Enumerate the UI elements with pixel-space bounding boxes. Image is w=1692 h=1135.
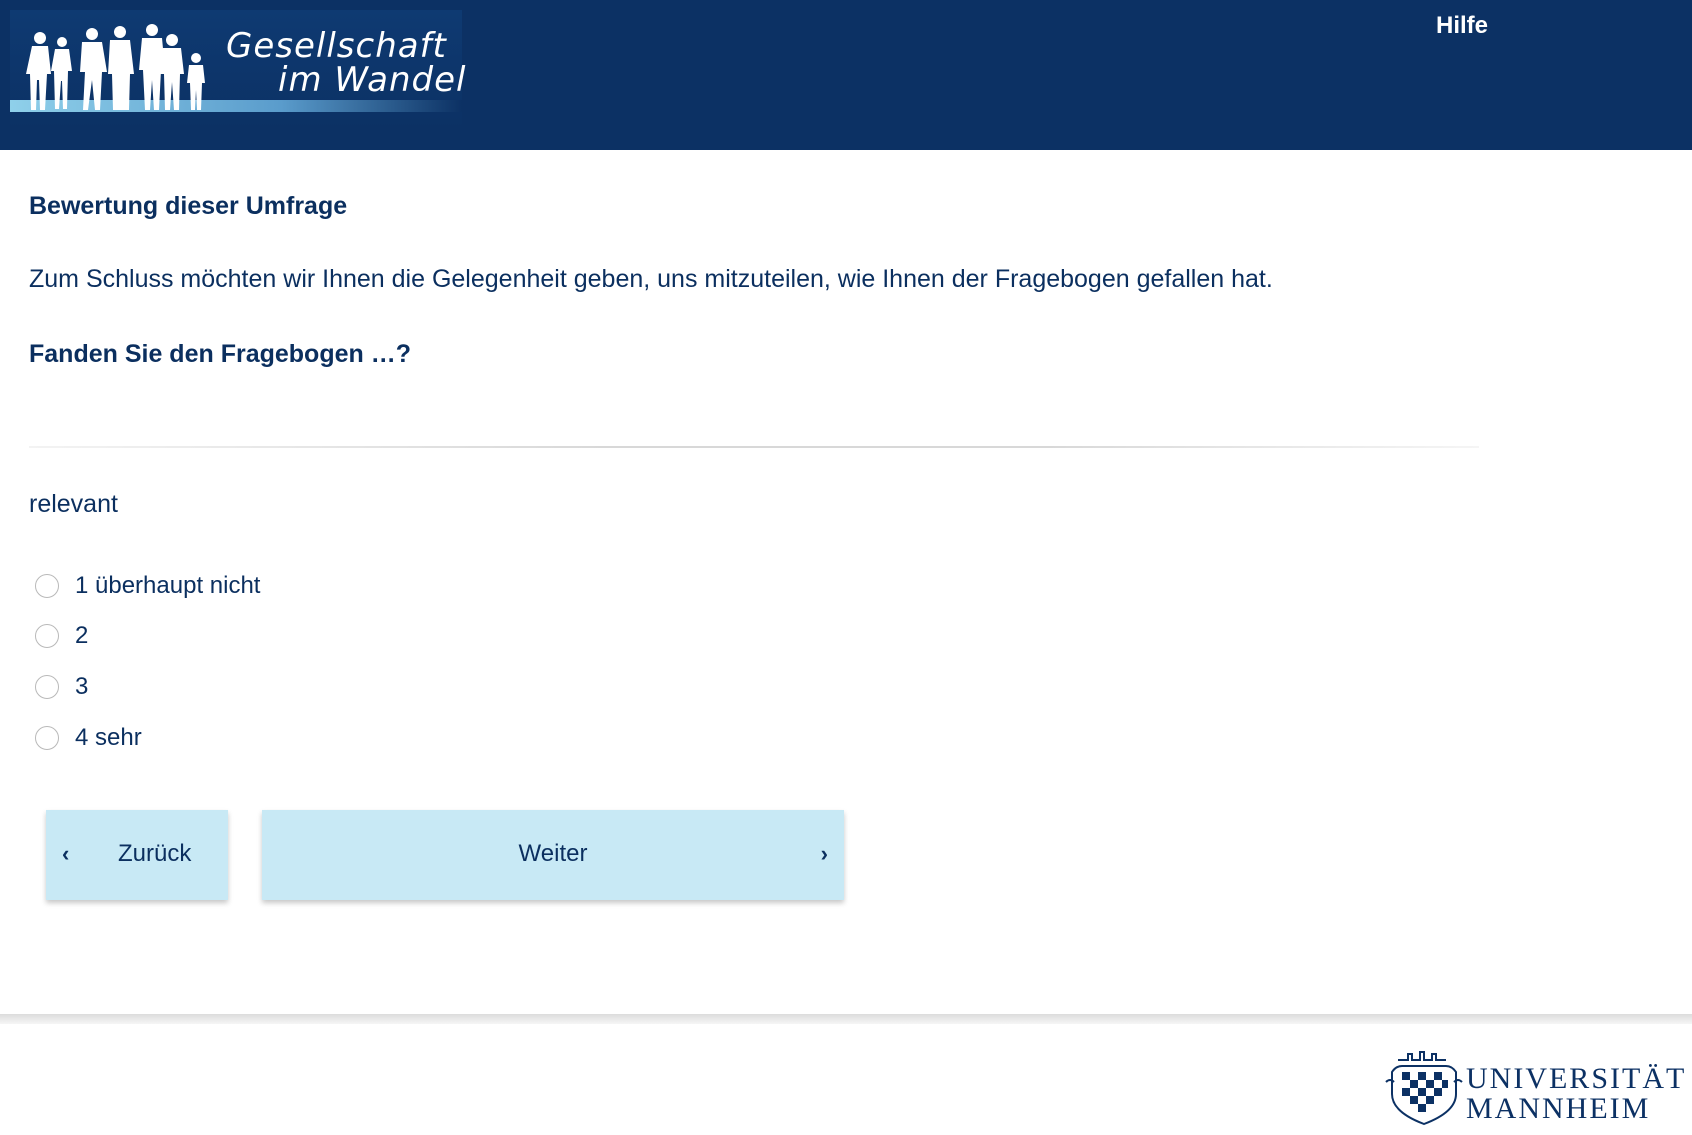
- back-button-label: Zurück: [118, 840, 192, 867]
- intro-text: Zum Schluss möchten wir Ihnen die Gelege…: [29, 265, 1273, 293]
- chevron-left-icon: ‹: [62, 841, 70, 866]
- option-label: 1 überhaupt nicht: [75, 572, 261, 599]
- radio-button[interactable]: [35, 574, 59, 598]
- section-title: Bewertung dieser Umfrage: [29, 192, 348, 220]
- divider: [29, 446, 1479, 448]
- option-label: 3: [75, 673, 89, 700]
- item-label: relevant: [29, 490, 118, 518]
- question-text: Fanden Sie den Fragebogen …?: [29, 340, 411, 368]
- university-name-line2: MANNHEIM: [1466, 1092, 1651, 1125]
- option-1[interactable]: 1 überhaupt nicht: [35, 570, 260, 602]
- back-button[interactable]: ‹ Zurück: [46, 810, 228, 900]
- university-name-line1: UNIVERSITÄT: [1466, 1062, 1687, 1095]
- chevron-right-icon: ›: [820, 841, 828, 866]
- next-button[interactable]: Weiter ›: [262, 810, 844, 900]
- radio-button[interactable]: [35, 675, 59, 699]
- radio-button[interactable]: [35, 726, 59, 750]
- universitaet-mannheim-logo: UNIVERSITÄT MANNHEIM: [1384, 1042, 1684, 1132]
- help-link[interactable]: Hilfe: [1436, 12, 1488, 40]
- header-bar: Gesellschaft im Wandel Hilfe: [0, 0, 1692, 150]
- option-label: 2: [75, 622, 89, 649]
- option-3[interactable]: 3: [35, 671, 88, 703]
- gesellschaft-im-wandel-logo: Gesellschaft im Wandel: [10, 10, 465, 130]
- logo-title-line2: im Wandel: [278, 60, 467, 100]
- option-4[interactable]: 4 sehr: [35, 722, 142, 754]
- footer-divider: [0, 1014, 1692, 1024]
- option-2[interactable]: 2: [35, 620, 88, 652]
- next-button-label: Weiter: [518, 840, 588, 867]
- radio-button[interactable]: [35, 624, 59, 648]
- university-crest-icon: [1385, 1051, 1463, 1126]
- option-label: 4 sehr: [75, 724, 142, 751]
